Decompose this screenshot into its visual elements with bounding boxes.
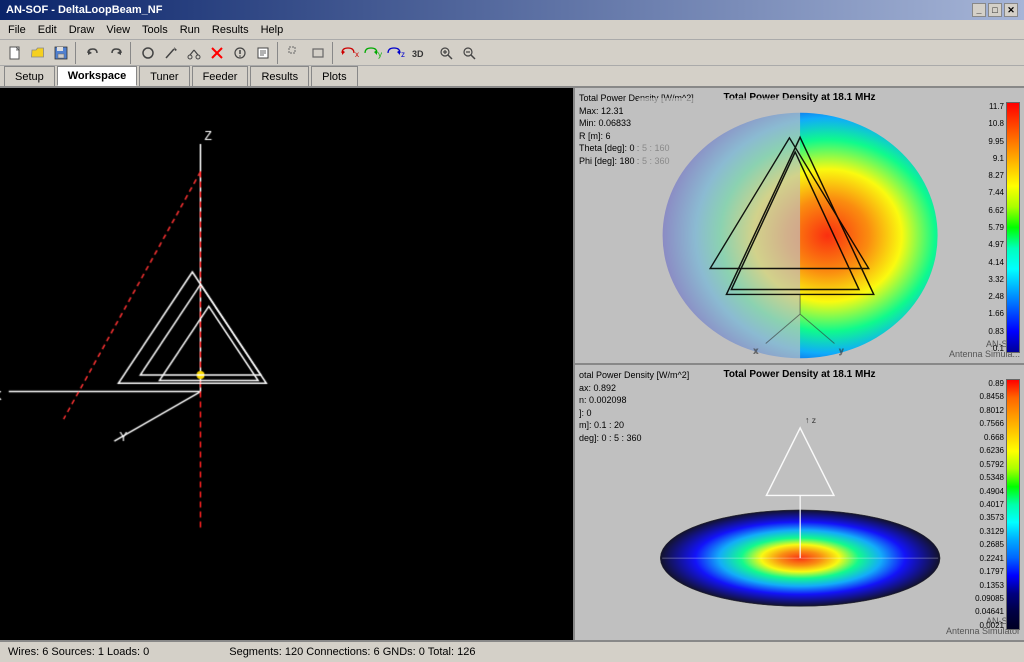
separator-4: [332, 42, 336, 64]
new-button[interactable]: [4, 42, 26, 64]
menu-run[interactable]: Run: [174, 22, 206, 38]
tab-tuner[interactable]: Tuner: [139, 66, 189, 86]
plot-bottom-area: Total Power Density at 18.1 MHz otal Pow…: [575, 365, 1024, 640]
plot-top-area: Total Power Density at 18.1 MHz Total Po…: [575, 88, 1024, 363]
tab-setup[interactable]: Setup: [4, 66, 55, 86]
tab-plots[interactable]: Plots: [311, 66, 357, 86]
separator-1: [75, 42, 79, 64]
tab-workspace[interactable]: Workspace: [57, 66, 138, 86]
tab-feeder[interactable]: Feeder: [192, 66, 249, 86]
svg-text:y: y: [378, 50, 382, 59]
statusbar: Wires: 6 Sources: 1 Loads: 0 Segments: 1…: [0, 640, 1024, 662]
status-wires: Wires: 6 Sources: 1 Loads: 0: [8, 646, 149, 658]
rotate-z-button[interactable]: z: [385, 42, 407, 64]
close-button[interactable]: ✕: [1004, 3, 1018, 17]
plot-bottom-scale-labels: 0.890.84580.80120.7566 0.6680.62360.5792…: [975, 379, 1004, 630]
plot-top-svg: x y: [635, 98, 975, 365]
rotate-y-button[interactable]: y: [362, 42, 384, 64]
menu-results[interactable]: Results: [206, 22, 255, 38]
plots-panel: Total Power Density at 18.1 MHz Total Po…: [575, 88, 1024, 640]
plot-top-scale-labels: 11.710.89.959.18.27 7.446.625.794.974.14…: [988, 102, 1004, 353]
notes-button[interactable]: [252, 42, 274, 64]
rotate-x-button[interactable]: x: [339, 42, 361, 64]
separator-3: [277, 42, 281, 64]
menu-edit[interactable]: Edit: [32, 22, 63, 38]
maximize-button[interactable]: □: [988, 3, 1002, 17]
menu-draw[interactable]: Draw: [63, 22, 101, 38]
tabbar: Setup Workspace Tuner Feeder Results Plo…: [0, 66, 1024, 88]
undo-button[interactable]: [82, 42, 104, 64]
rectangle-button[interactable]: [307, 42, 329, 64]
plot-bottom-colorscale: [1006, 379, 1020, 630]
view-3d-button[interactable]: 3D: [408, 42, 434, 64]
cut-button[interactable]: [183, 42, 205, 64]
svg-text:↑ z: ↑ z: [805, 415, 816, 425]
main-content: Total Power Density at 18.1 MHz Total Po…: [0, 88, 1024, 640]
tab-results[interactable]: Results: [250, 66, 309, 86]
draw-button[interactable]: [160, 42, 182, 64]
save-button[interactable]: [50, 42, 72, 64]
titlebar: AN-SOF - DeltaLoopBeam_NF _ □ ✕: [0, 0, 1024, 20]
menubar: File Edit Draw View Tools Run Results He…: [0, 20, 1024, 40]
zoom-out-button[interactable]: [458, 42, 480, 64]
svg-text:z: z: [401, 50, 405, 59]
titlebar-title: AN-SOF - DeltaLoopBeam_NF: [6, 4, 162, 16]
svg-text:3D: 3D: [412, 49, 424, 59]
open-button[interactable]: [27, 42, 49, 64]
status-segments: Segments: 120 Connections: 6 GNDs: 0 Tot…: [229, 646, 475, 658]
plot-bottom: Total Power Density at 18.1 MHz otal Pow…: [575, 365, 1024, 640]
properties-button[interactable]: [229, 42, 251, 64]
menu-help[interactable]: Help: [255, 22, 290, 38]
plot-bottom-svg: ↑ z: [635, 370, 975, 640]
delete-button[interactable]: [206, 42, 228, 64]
plot-top-colorscale: [1006, 102, 1020, 353]
workspace-viewport[interactable]: [0, 88, 575, 640]
zoom-in-button[interactable]: [435, 42, 457, 64]
separator-2: [130, 42, 134, 64]
window-controls[interactable]: _ □ ✕: [972, 3, 1018, 17]
circle-tool-button[interactable]: [137, 42, 159, 64]
toolbar: x y z 3D: [0, 40, 1024, 66]
select-button[interactable]: [284, 42, 306, 64]
3d-canvas[interactable]: [0, 88, 573, 640]
svg-text:y: y: [839, 346, 843, 355]
redo-button[interactable]: [105, 42, 127, 64]
menu-view[interactable]: View: [100, 22, 136, 38]
plot-top: Total Power Density at 18.1 MHz Total Po…: [575, 88, 1024, 365]
svg-text:x: x: [754, 346, 758, 355]
menu-file[interactable]: File: [2, 22, 32, 38]
minimize-button[interactable]: _: [972, 3, 986, 17]
menu-tools[interactable]: Tools: [136, 22, 174, 38]
svg-text:x: x: [355, 50, 359, 59]
